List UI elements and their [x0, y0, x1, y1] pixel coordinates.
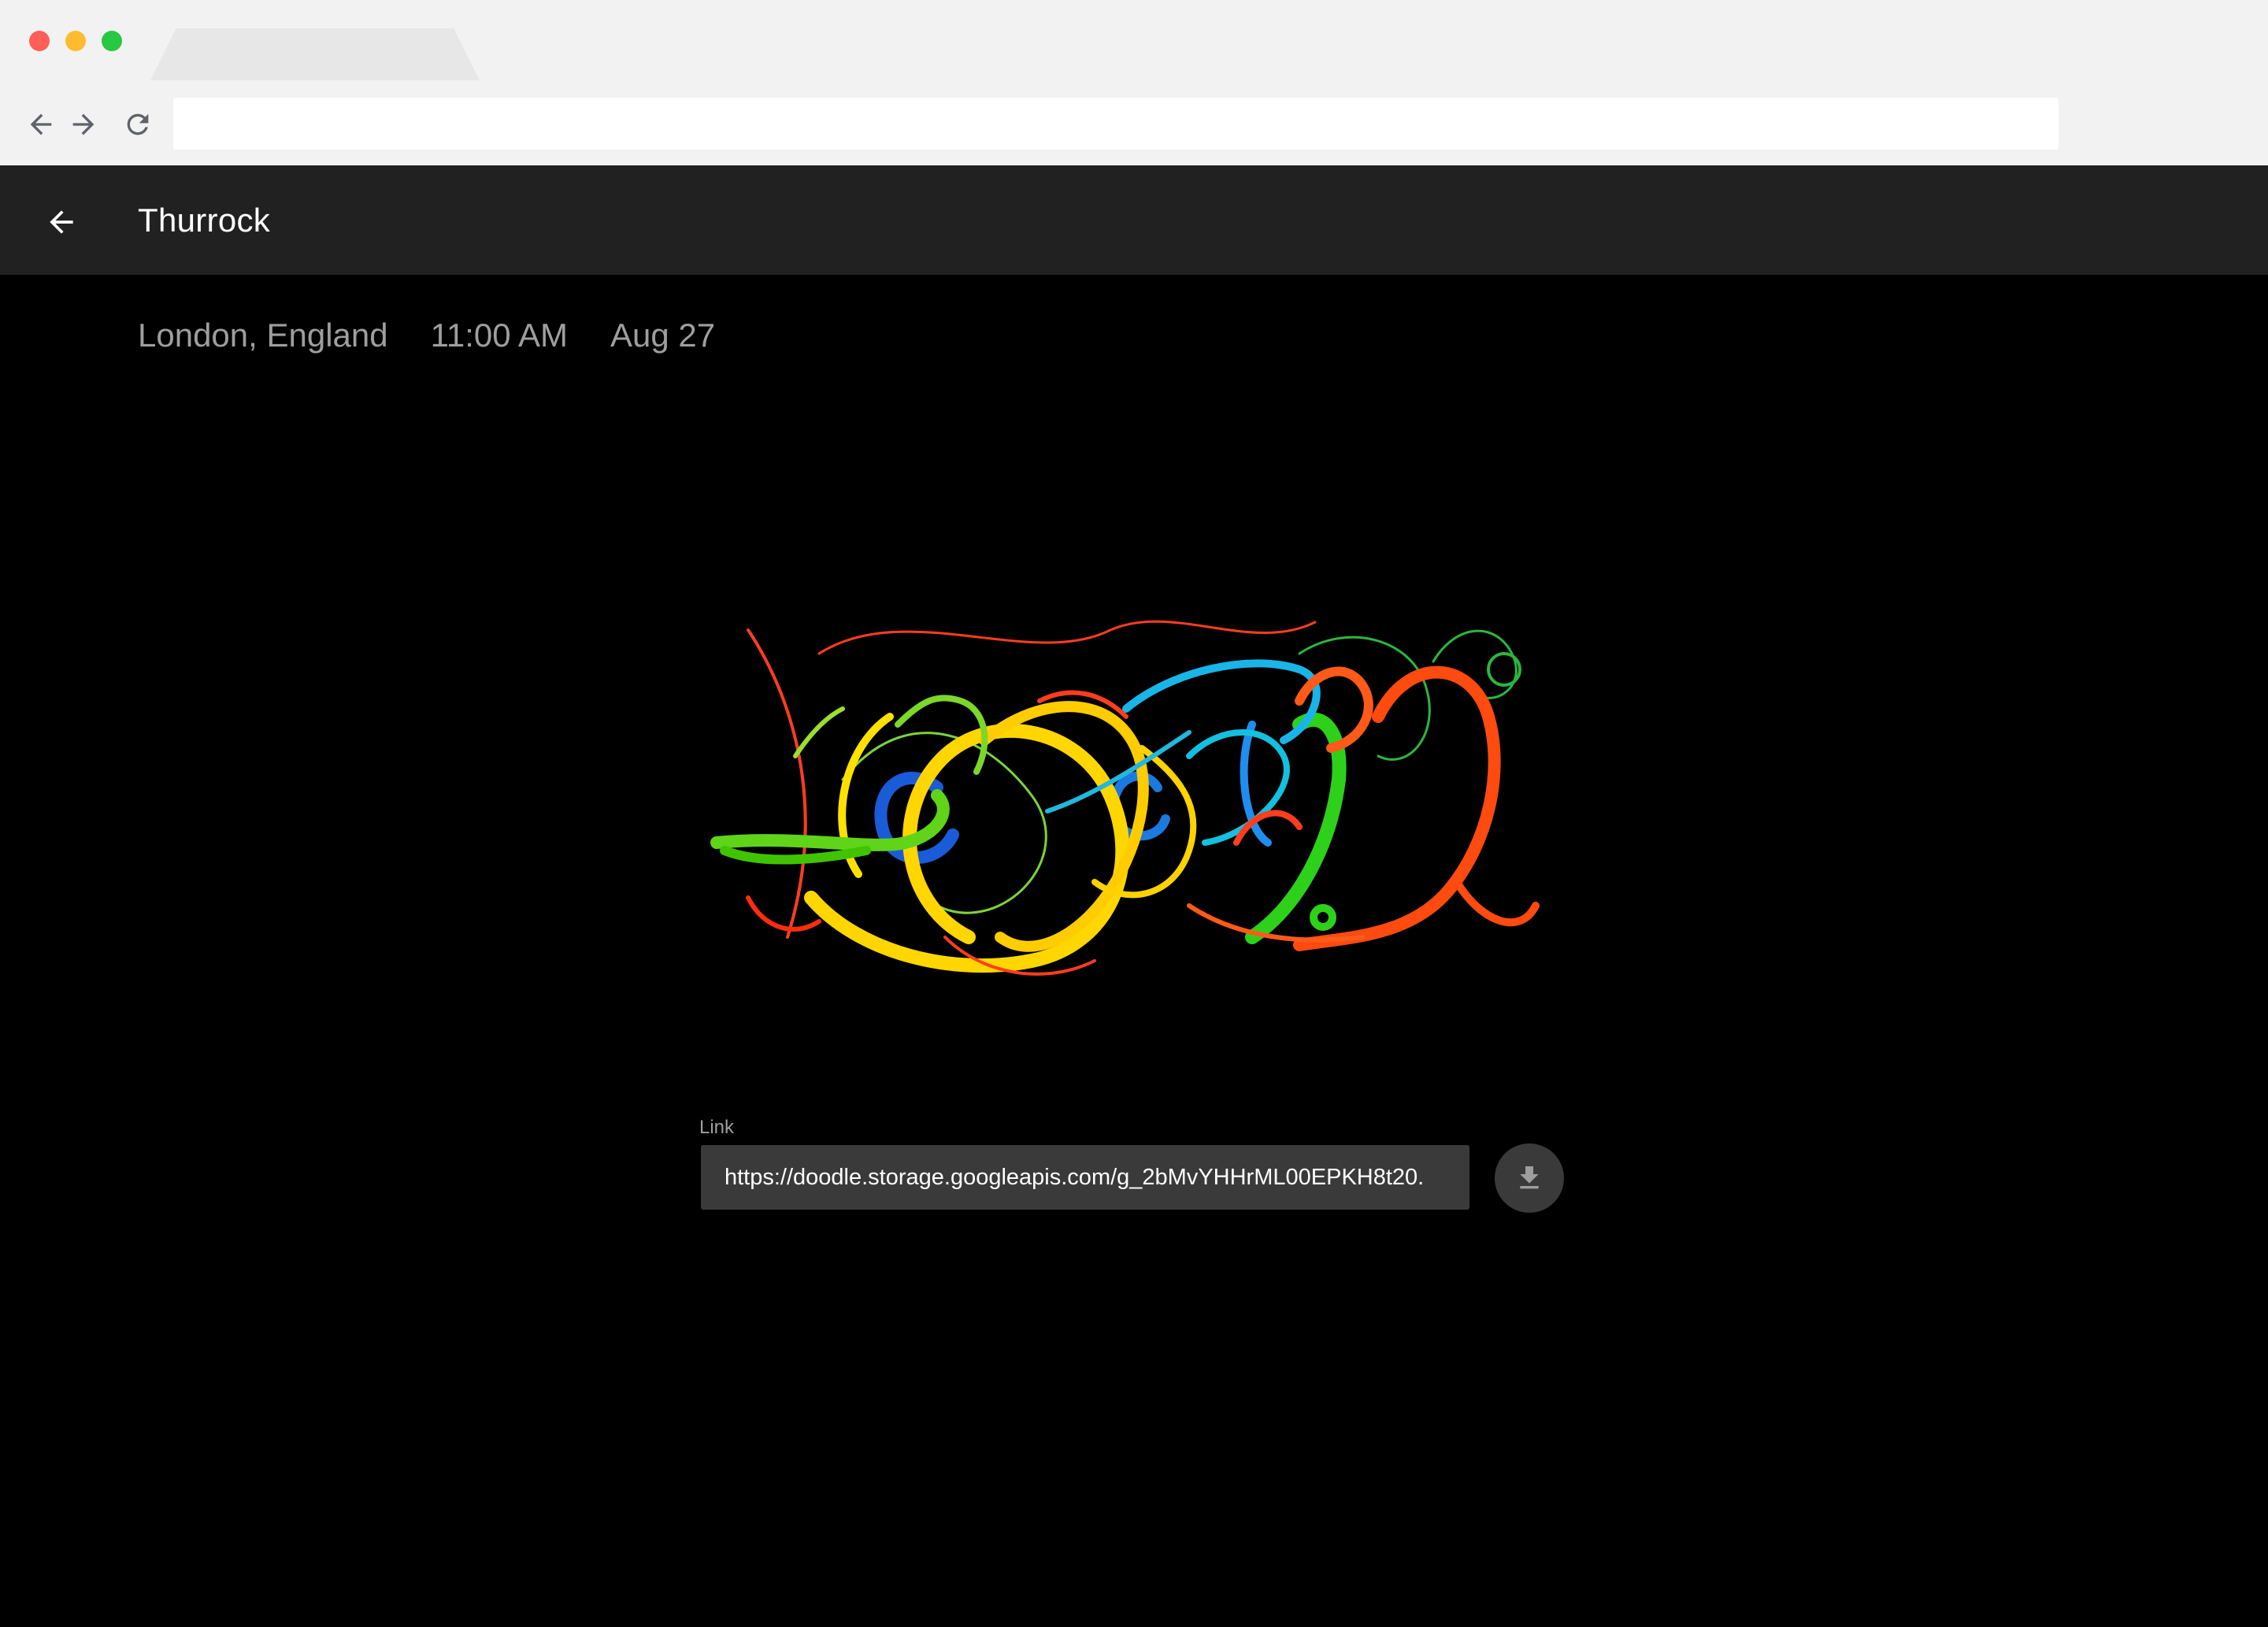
browser-chrome	[0, 0, 2268, 165]
download-button[interactable]	[1495, 1143, 1564, 1213]
close-window-button[interactable]	[29, 31, 50, 51]
app-container: Thurrock London, England 11:00 AM Aug 27	[0, 165, 2268, 1627]
doodle-image	[710, 620, 1540, 976]
back-button[interactable]	[38, 198, 85, 246]
date-text: Aug 27	[610, 317, 716, 354]
maximize-window-button[interactable]	[102, 31, 122, 51]
arrow-right-icon	[72, 113, 94, 135]
reload-icon	[127, 113, 149, 135]
page-title: Thurrock	[138, 202, 271, 239]
link-label: Link	[699, 1117, 735, 1138]
address-bar[interactable]	[173, 98, 2059, 150]
download-icon	[1520, 1166, 1539, 1189]
browser-back-button[interactable]	[24, 107, 58, 142]
window-controls	[29, 31, 122, 51]
browser-forward-button[interactable]	[66, 107, 101, 142]
link-field[interactable]	[701, 1145, 1469, 1210]
app-header: Thurrock	[0, 165, 2268, 275]
arrow-left-icon	[50, 210, 73, 234]
time-text: 11:00 AM	[430, 317, 568, 354]
doodle-meta: London, England 11:00 AM Aug 27	[138, 317, 715, 354]
arrow-left-icon	[30, 113, 52, 135]
browser-tab[interactable]	[150, 28, 480, 82]
browser-reload-button[interactable]	[120, 107, 155, 142]
minimize-window-button[interactable]	[65, 31, 86, 51]
browser-toolbar	[0, 80, 2268, 165]
location-text: London, England	[138, 317, 388, 354]
